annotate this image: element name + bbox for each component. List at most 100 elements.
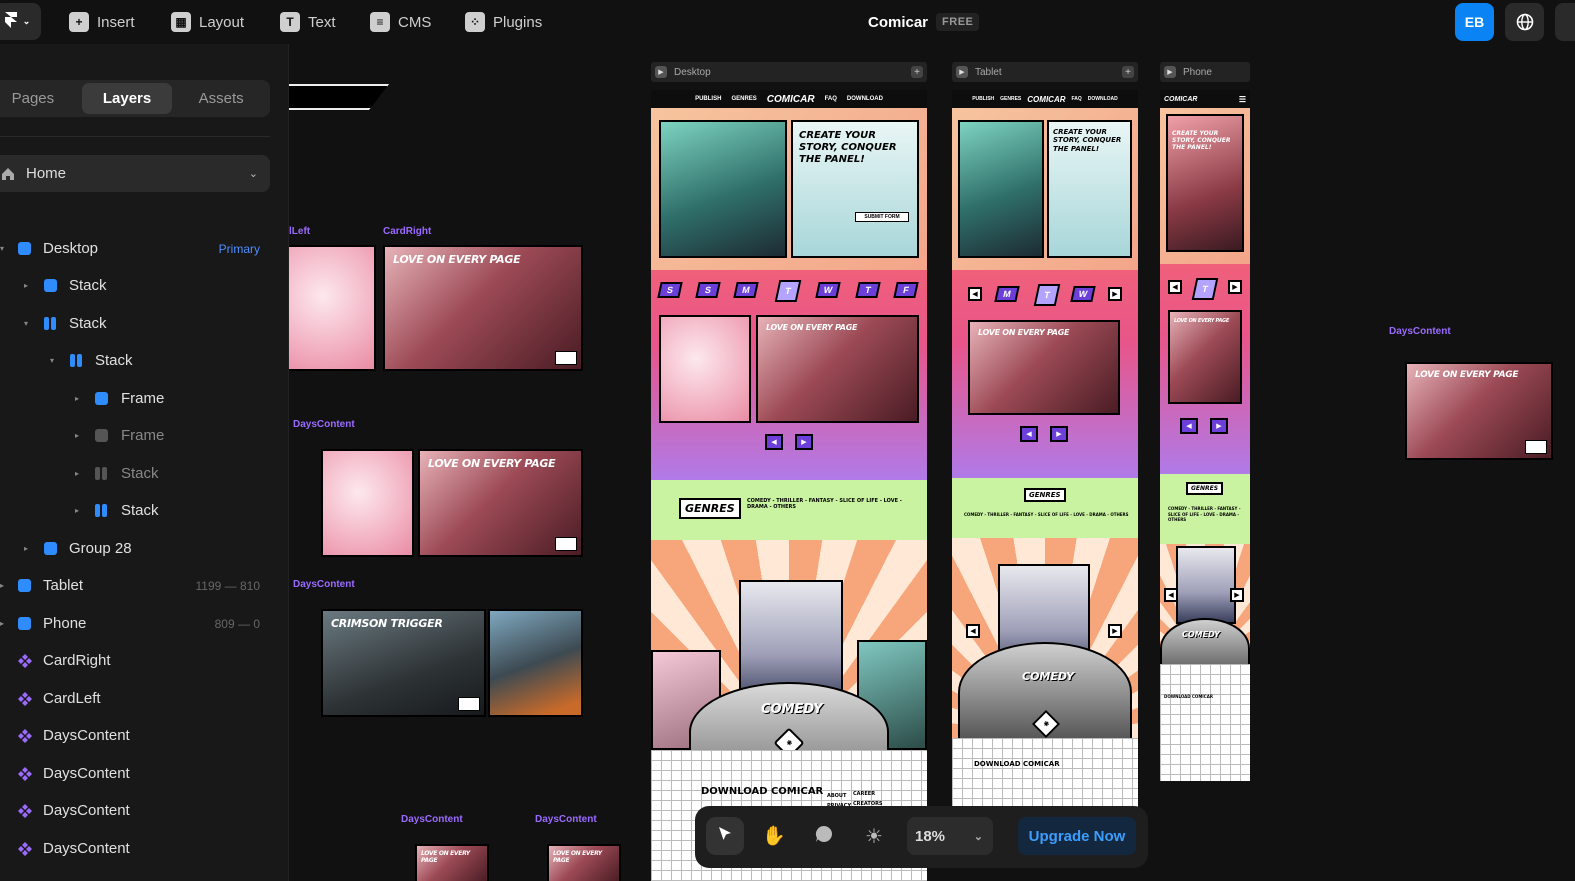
layer-tablet[interactable]: ▸ Tablet 1199 — 810 [0, 567, 289, 604]
upgrade-button[interactable]: Upgrade Now [1018, 817, 1136, 855]
nav-link[interactable]: FAQ [825, 96, 837, 102]
layer-stack[interactable]: ▸ Stack [0, 267, 289, 304]
layout-button[interactable]: ▦ Layout [171, 10, 244, 34]
tablet-frame[interactable]: PUBLISH GENRES COMICAR FAQ DOWNLOAD CREA… [952, 90, 1138, 808]
component-label[interactable]: DaysContent [401, 814, 463, 825]
next-arrow-icon[interactable]: ▶ [1228, 280, 1242, 294]
layer-stack[interactable]: ▾ Stack [0, 342, 289, 379]
page-selector[interactable]: Home ⌄ [0, 155, 270, 192]
component-label[interactable]: DaysContent [293, 419, 355, 430]
next-arrow-icon[interactable]: ▶ [1050, 426, 1068, 442]
card-left-image[interactable] [488, 609, 583, 717]
day-button-active[interactable]: T [1191, 278, 1219, 300]
layer-component[interactable]: DaysContent [0, 717, 289, 754]
day-button[interactable]: S [695, 282, 721, 298]
next-arrow-icon[interactable]: ▶ [795, 434, 813, 450]
shape-element[interactable] [289, 84, 389, 110]
nav-link[interactable]: GENRES [731, 96, 756, 102]
card-right[interactable]: LOVE ON EVERY PAGE [383, 245, 583, 371]
site-logo[interactable]: COMICAR [767, 94, 815, 105]
user-avatar[interactable]: EB [1455, 3, 1494, 41]
tab-layers[interactable]: Layers [81, 83, 173, 114]
layer-frame-hidden[interactable]: ▸ Frame [0, 417, 289, 454]
comment-tool[interactable] [805, 817, 843, 855]
layer-component[interactable]: DaysContent [0, 792, 289, 829]
layer-component[interactable]: DaysContent [0, 755, 289, 792]
next-arrow-icon[interactable]: ▶ [1108, 624, 1122, 638]
nav-link[interactable]: FAQ [1072, 96, 1082, 102]
frame-header-desktop[interactable]: ▶ Desktop + [651, 62, 927, 82]
card-right[interactable]: LOVE ON EVERY PAGE [415, 844, 489, 881]
prev-arrow-icon[interactable]: ◀ [1180, 418, 1198, 434]
card-left-image[interactable] [321, 449, 414, 557]
day-button[interactable]: F [893, 282, 919, 298]
globe-icon[interactable] [1505, 3, 1544, 41]
layer-group[interactable]: ▸ Group 28 [0, 530, 289, 567]
nav-link[interactable]: DOWNLOAD [847, 96, 883, 102]
plus-icon[interactable]: + [911, 66, 923, 78]
footer-link[interactable]: ABOUT [827, 792, 851, 802]
nav-link[interactable]: GENRES [1000, 96, 1021, 102]
card-right[interactable]: LOVE ON EVERY PAGE [547, 844, 621, 881]
nav-link[interactable]: DOWNLOAD [1088, 96, 1118, 102]
site-logo[interactable]: COMICAR [1164, 96, 1197, 103]
layer-phone[interactable]: ▸ Phone 809 — 0 [0, 605, 289, 642]
day-button[interactable]: W [1070, 286, 1096, 302]
plugins-button[interactable]: ⁘ Plugins [465, 10, 542, 34]
card-right[interactable]: LOVE ON EVERY PAGE [1405, 362, 1553, 460]
phone-frame[interactable]: COMICAR ☰ CREATE YOUR STORY, CONQUER THE… [1160, 90, 1250, 781]
nav-link[interactable]: PUBLISH [972, 96, 994, 102]
prev-arrow-icon[interactable]: ◀ [1168, 280, 1182, 294]
next-arrow-icon[interactable]: ▶ [1230, 588, 1244, 602]
site-logo[interactable]: COMICAR [1027, 95, 1065, 104]
canvas[interactable]: lLeft CardRight LOVE ON EVERY PAGE DaysC… [289, 44, 1575, 881]
project-title[interactable]: Comicar FREE [868, 13, 980, 31]
frame-header-phone[interactable]: ▶ Phone [1160, 62, 1250, 82]
more-button[interactable] [1555, 3, 1575, 41]
component-label[interactable]: lLeft [289, 226, 310, 237]
card-left-image[interactable] [289, 245, 376, 371]
next-arrow-icon[interactable]: ▶ [1108, 287, 1122, 301]
desktop-frame[interactable]: PUBLISH GENRES COMICAR FAQ DOWNLOAD CREA… [651, 90, 927, 881]
hand-tool[interactable]: ✋ [755, 817, 793, 855]
prev-arrow-icon[interactable]: ◀ [968, 287, 982, 301]
prev-arrow-icon[interactable]: ◀ [966, 624, 980, 638]
tab-assets[interactable]: Assets [172, 83, 270, 114]
component-label[interactable]: DaysContent [293, 579, 355, 590]
component-label[interactable]: DaysContent [535, 814, 597, 825]
layer-stack[interactable]: ▸ Stack [0, 492, 289, 529]
insert-button[interactable]: + Insert [69, 10, 135, 34]
component-label[interactable]: CardRight [383, 226, 431, 237]
footer-link[interactable]: CAREER [853, 790, 883, 800]
main-menu-button[interactable]: ⌄ [0, 3, 41, 40]
layer-component[interactable]: CardRight [0, 642, 289, 679]
day-button[interactable]: M [733, 282, 759, 298]
tab-pages[interactable]: Pages [0, 83, 66, 114]
text-button[interactable]: T Text [280, 10, 336, 34]
layer-desktop[interactable]: ▾ Desktop Primary [0, 230, 289, 267]
nav-link[interactable]: PUBLISH [695, 96, 721, 102]
day-button[interactable]: W [815, 282, 841, 298]
layer-stack-hidden[interactable]: ▸ Stack [0, 455, 289, 492]
submit-form-button[interactable]: SUBMIT FORM [855, 212, 909, 222]
plus-icon[interactable]: + [1122, 66, 1134, 78]
hamburger-menu-icon[interactable]: ☰ [1239, 95, 1246, 104]
prev-arrow-icon[interactable]: ◀ [765, 434, 783, 450]
card-right[interactable]: CRIMSON TRIGGER [321, 609, 486, 717]
day-button-active[interactable]: T [774, 280, 802, 302]
frame-header-tablet[interactable]: ▶ Tablet + [952, 62, 1138, 82]
theme-toggle[interactable]: ☀ [855, 817, 893, 855]
prev-arrow-icon[interactable]: ◀ [1164, 588, 1178, 602]
component-label[interactable]: DaysContent [1389, 326, 1451, 337]
pointer-tool[interactable] [706, 817, 744, 855]
day-button[interactable]: S [657, 282, 683, 298]
prev-arrow-icon[interactable]: ◀ [1020, 426, 1038, 442]
day-button-active[interactable]: T [1033, 284, 1061, 306]
next-arrow-icon[interactable]: ▶ [1210, 418, 1228, 434]
layer-stack[interactable]: ▾ Stack [0, 305, 289, 342]
day-button[interactable]: T [855, 282, 881, 298]
day-button[interactable]: M [994, 286, 1020, 302]
zoom-control[interactable]: 18% ⌄ [907, 817, 993, 855]
layer-frame[interactable]: ▸ Frame [0, 380, 289, 417]
layer-component[interactable]: DaysContent [0, 830, 289, 867]
